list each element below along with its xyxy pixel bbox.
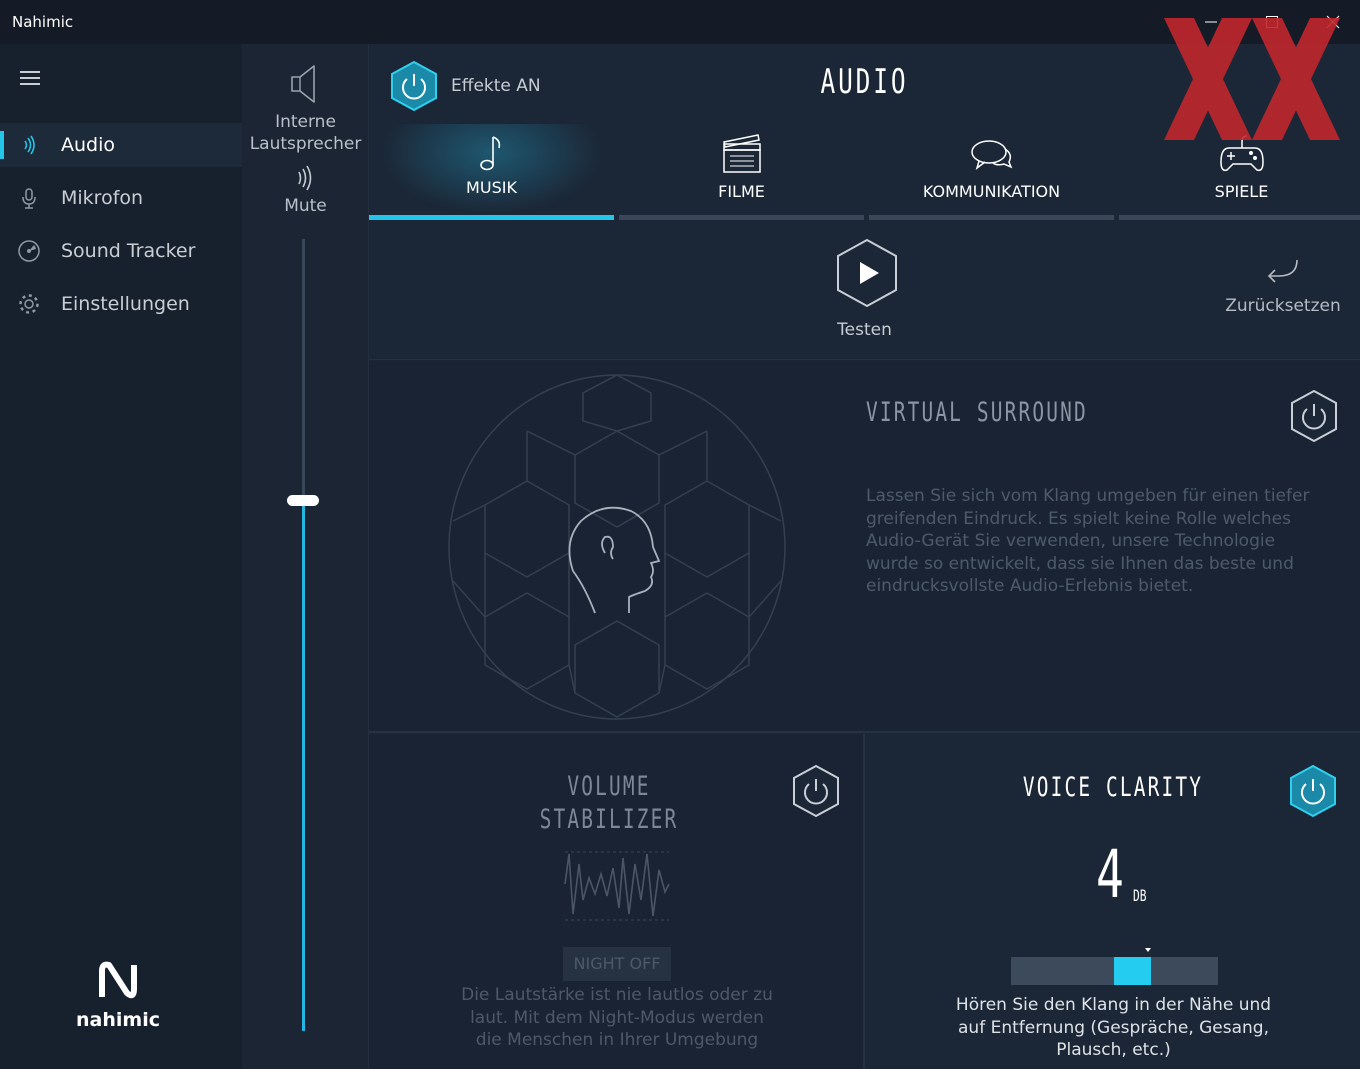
page-title: AUDIO	[820, 62, 909, 102]
volume-slider-fill	[302, 503, 305, 1031]
tab-label: MUSIK	[466, 178, 517, 197]
head-profile-icon	[568, 506, 661, 614]
power-icon	[391, 60, 437, 112]
sidebar-item-einstellungen[interactable]: Einstellungen	[0, 282, 242, 326]
volume-slider-thumb[interactable]	[287, 495, 319, 506]
microphone-icon	[16, 185, 42, 211]
voice-clarity-slider[interactable]	[1011, 957, 1218, 985]
voice-clarity-power-button[interactable]	[1288, 764, 1338, 818]
play-test-button[interactable]	[835, 238, 899, 308]
test-label: Testen	[837, 320, 892, 340]
hamburger-menu-icon[interactable]	[18, 68, 42, 88]
voice-clarity-title: VOICE CLARITY	[1022, 772, 1204, 803]
sidebar-item-audio[interactable]: Audio	[0, 123, 242, 167]
volume-stabilizer-power-button[interactable]	[791, 764, 841, 818]
surround-sphere-icon	[448, 374, 786, 720]
sidebar-item-mikrofon[interactable]: Mikrofon	[0, 176, 242, 220]
tab-kommunikation[interactable]: KOMMUNIKATION	[869, 124, 1114, 220]
voice-clarity-value: 4	[1096, 836, 1124, 913]
voice-clarity-slider-thumb[interactable]	[1114, 957, 1151, 985]
volume-stabilizer-title-line1: VOLUME	[567, 771, 651, 802]
volume-stabilizer-title: VOLUME STABILIZER	[436, 770, 782, 836]
undo-arrow-icon	[1267, 259, 1298, 283]
waveform-icon	[564, 851, 670, 921]
volume-slider-track[interactable]	[302, 239, 305, 503]
test-area: Testen Zurücksetzen	[369, 220, 1360, 360]
radar-icon	[16, 238, 42, 264]
tab-label: FILME	[718, 182, 765, 201]
device-name: Interne Lautsprecher	[249, 112, 362, 154]
surround-title: VIRTUAL SURROUND	[866, 397, 1088, 428]
sidebar: Audio Mikrofon Sound Tracker Einstellung…	[0, 44, 242, 1069]
tab-label: KOMMUNIKATION	[922, 182, 1061, 201]
volume-stabilizer-title-line2: STABILIZER	[539, 804, 679, 835]
surround-description: Lassen Sie sich vom Klang umgeben für ei…	[866, 486, 1310, 596]
nahimic-logo: nahimic	[70, 959, 166, 1031]
tab-filme[interactable]: FILME	[619, 124, 864, 220]
virtual-surround-panel: VIRTUAL SURROUND Lassen Sie sich vom Kla…	[369, 361, 1360, 733]
sidebar-item-label: Mikrofon	[61, 187, 144, 209]
mute-wave-icon[interactable]	[293, 164, 317, 192]
watermark-logo	[1164, 18, 1340, 140]
music-note-icon	[369, 132, 614, 174]
night-mode-button[interactable]: NIGHT OFF	[563, 947, 671, 981]
voice-clarity-description: Hören Sie den Klang in der Nähe und auf …	[955, 995, 1272, 1060]
chat-bubbles-icon	[869, 132, 1114, 176]
sidebar-item-sound-tracker[interactable]: Sound Tracker	[0, 229, 242, 273]
clapperboard-icon	[619, 132, 864, 176]
sidebar-item-label: Sound Tracker	[61, 240, 196, 262]
nahimic-logo-icon	[99, 961, 137, 999]
tab-label: SPIELE	[1214, 182, 1269, 201]
main-content: Effekte AN AUDIO MUSIK FILME KOMMUNIKATI…	[369, 44, 1360, 1069]
voice-clarity-unit: DB	[1133, 886, 1147, 905]
voice-clarity-panel: VOICE CLARITY 4 DB Hören Sie den Klang i…	[866, 734, 1360, 1069]
title-bar: Nahimic	[0, 0, 1360, 44]
window-title: Nahimic	[12, 13, 74, 31]
surround-power-button[interactable]	[1289, 389, 1339, 443]
volume-stabilizer-panel: VOLUME STABILIZER NIGHT OFF Die Lautstär…	[369, 734, 865, 1069]
reset-button[interactable]: Zurücksetzen	[1224, 256, 1342, 316]
volume-stabilizer-description: Die Lautstärke ist nie lautlos oder zu l…	[461, 985, 773, 1050]
sidebar-item-label: Audio	[61, 134, 116, 156]
sidebar-item-label: Einstellungen	[61, 293, 190, 315]
gear-icon	[16, 291, 42, 317]
tab-musik[interactable]: MUSIK	[369, 124, 614, 220]
device-panel: Interne Lautsprecher Mute	[242, 44, 369, 1069]
voice-clarity-marker	[1145, 948, 1151, 952]
mute-label[interactable]: Mute	[242, 195, 369, 217]
reset-label: Zurücksetzen	[1225, 296, 1341, 316]
logo-text: nahimic	[76, 1009, 160, 1031]
audio-wave-icon	[16, 132, 42, 158]
speaker-icon[interactable]	[288, 62, 322, 106]
